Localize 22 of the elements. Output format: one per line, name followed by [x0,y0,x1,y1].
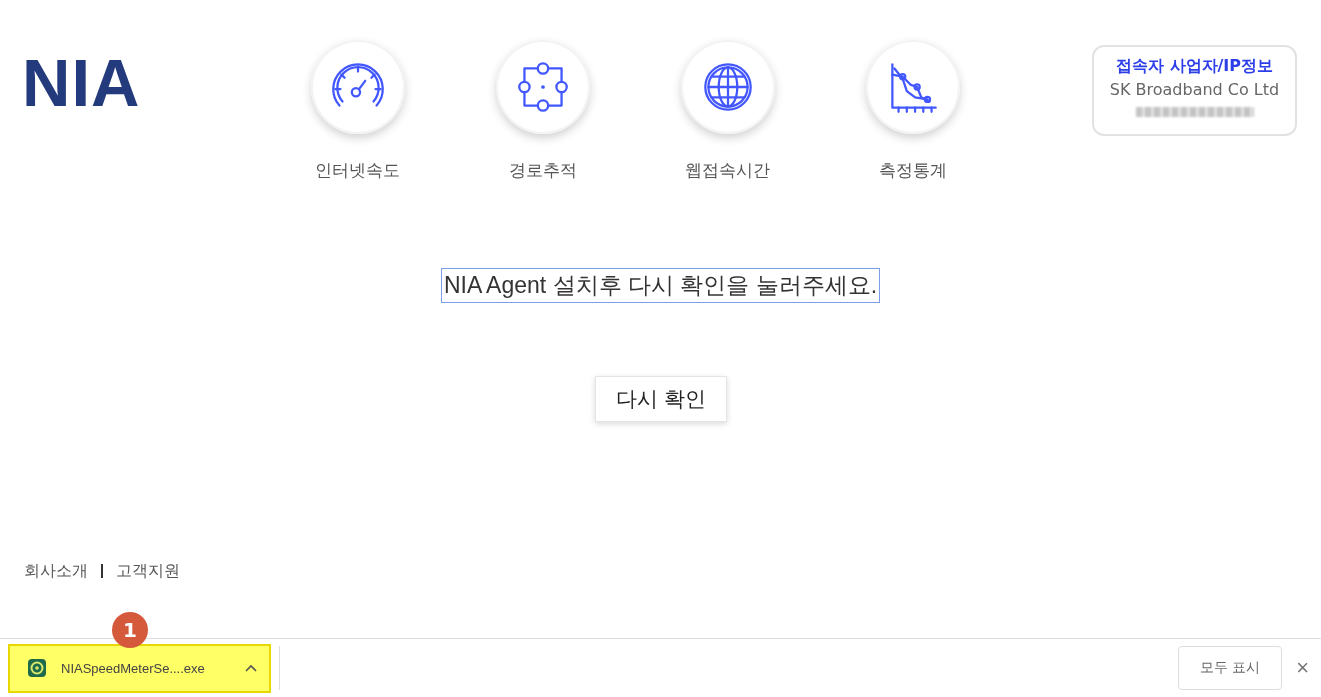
nav-button[interactable] [495,40,590,134]
caret-icon[interactable] [245,664,257,672]
file-name: NIASpeedMeterSe....exe [61,660,205,676]
message-text: NIA Agent 설치후 다시 확인을 눌러주세요. [440,268,881,303]
nav-label[interactable]: 웹접속시간 [685,160,770,180]
annotation-badge: 1 [112,611,148,648]
nav-button[interactable] [310,40,405,134]
info-title: 접속자 사업자/IP정보 [1115,55,1274,77]
download-item[interactable]: NIASpeedMeterSe....exe [8,643,271,693]
retry-button[interactable]: 다시 확인 [594,376,728,422]
footer-link[interactable]: 회사소개 [24,560,88,582]
footer-link[interactable]: 고객지원 [116,560,180,582]
isp-name: SK Broadband Co Ltd [1109,79,1280,101]
nav-button[interactable] [680,40,775,134]
nav-label[interactable]: 인터넷속도 [315,160,400,180]
logo[interactable]: NIA [22,54,141,112]
nav-button[interactable] [865,40,960,134]
app-icon [27,658,47,678]
close-button[interactable]: × [1292,655,1313,681]
nav-label[interactable]: 경로추적 [508,160,577,180]
nav-label[interactable]: 측정통계 [878,160,947,180]
show-all-button[interactable]: 모두 표시 [1178,646,1283,690]
